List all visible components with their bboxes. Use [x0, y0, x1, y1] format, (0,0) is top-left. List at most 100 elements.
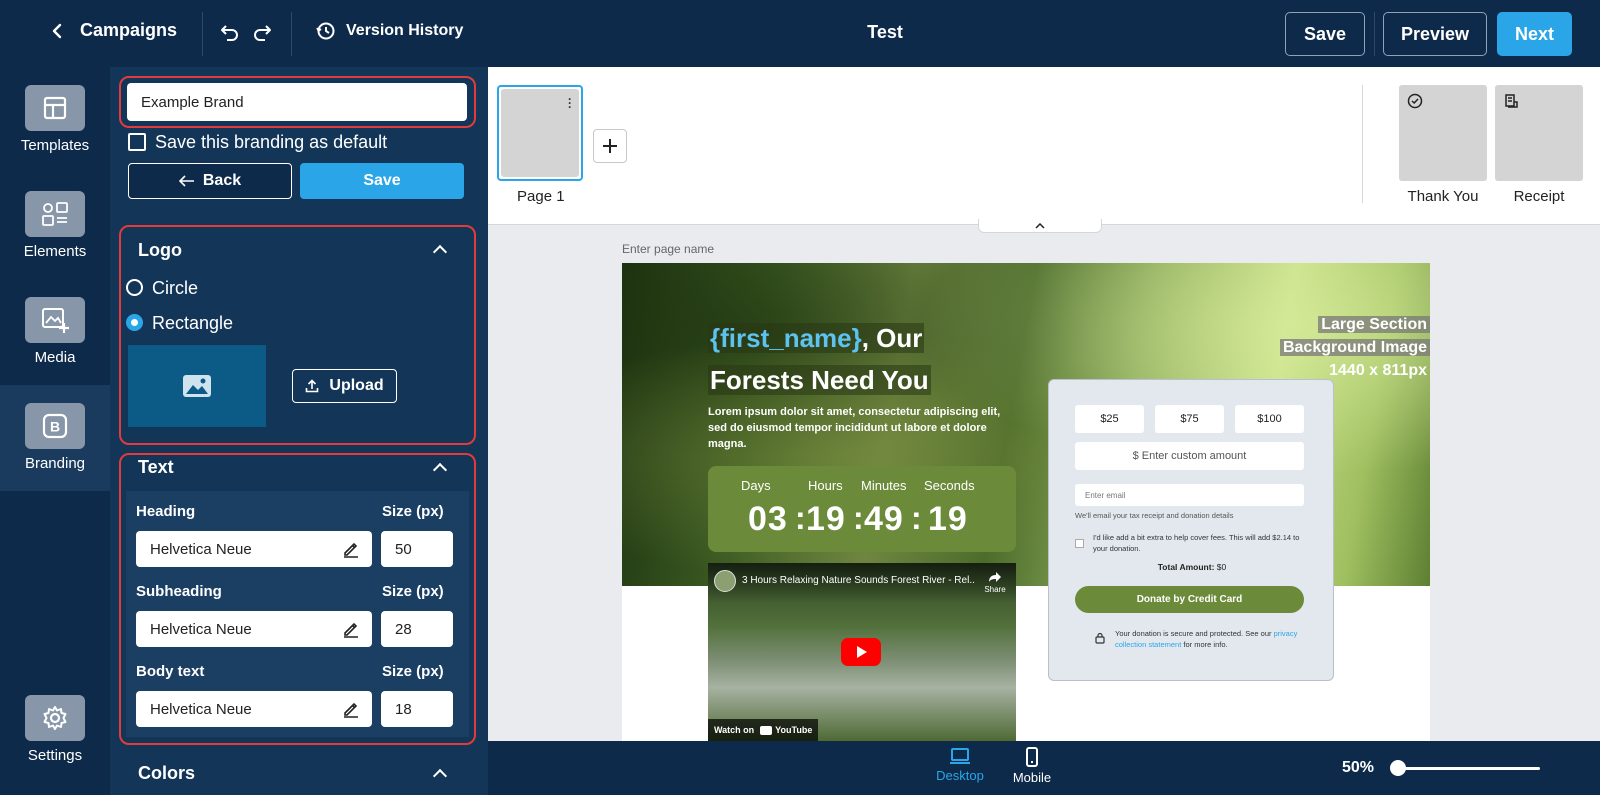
page-1-thumbnail[interactable]: · · · — [497, 85, 583, 181]
arrow-left-icon — [178, 175, 194, 187]
cover-fees-checkbox[interactable] — [1075, 539, 1084, 548]
rail-item-templates[interactable]: Templates — [0, 67, 110, 173]
youtube-video-embed[interactable]: 3 Hours Relaxing Nature Sounds Forest Ri… — [708, 563, 1016, 741]
branding-b-icon: B — [25, 403, 85, 449]
youtube-logo-icon — [760, 725, 773, 735]
receipt-thumbnail[interactable] — [1495, 85, 1583, 181]
heading-line2: Forests Need You — [708, 365, 931, 395]
logo-rectangle-radio[interactable] — [126, 314, 143, 331]
branding-save-button[interactable]: Save — [300, 163, 464, 199]
logo-rectangle-label: Rectangle — [152, 313, 234, 333]
campaigns-label: Campaigns — [80, 20, 178, 40]
rail-item-branding[interactable]: B Branding — [0, 385, 110, 491]
collapse-pages-tab[interactable] — [978, 219, 1102, 233]
total-label: Total Amount: — [1157, 562, 1215, 572]
amount-option[interactable]: $25 — [1075, 405, 1144, 433]
heading-text: , Our — [861, 323, 923, 353]
heading-font-field[interactable]: Helvetica Neue — [136, 531, 372, 567]
watch-on-label: Watch on — [714, 725, 755, 735]
body-text-label: Body text — [136, 663, 205, 680]
first-name-token: {first_name} — [710, 323, 862, 353]
desktop-view-button[interactable]: Desktop — [934, 747, 986, 783]
receipt-label: Receipt — [1513, 188, 1565, 205]
preview-button[interactable]: Preview — [1383, 12, 1487, 56]
bottom-bar: Desktop Mobile 50% — [488, 741, 1600, 795]
countdown-timer: Days Hours Minutes Seconds 03 : 19 : 49 … — [708, 466, 1016, 552]
back-to-campaigns-link[interactable]: Campaigns — [48, 20, 177, 41]
chevron-up-icon[interactable] — [432, 768, 448, 784]
mobile-view-button[interactable]: Mobile — [1007, 747, 1057, 785]
body-size-input[interactable]: 18 — [381, 691, 453, 727]
subheading-size-input[interactable]: 28 — [381, 611, 453, 647]
pencil-icon[interactable] — [342, 700, 360, 718]
back-button[interactable]: Back — [128, 163, 292, 199]
redo-icon[interactable] — [252, 22, 274, 47]
amount-option[interactable]: $75 — [1155, 405, 1224, 433]
add-page-button[interactable] — [593, 129, 627, 163]
bg-note-line2: Background Image — [1279, 339, 1430, 356]
next-button[interactable]: Next — [1497, 12, 1572, 56]
page-name-input[interactable]: Enter page name — [622, 242, 714, 256]
pages-bar: · · · Page 1 Thank You Receipt — [488, 67, 1600, 225]
share-label: Share — [984, 585, 1006, 594]
total-amount: Total Amount: $0 — [1049, 562, 1335, 572]
countdown-seconds: 19 — [928, 500, 968, 538]
colors-section-title: Colors — [138, 763, 196, 783]
image-add-icon — [25, 297, 85, 343]
share-button[interactable]: Share — [980, 571, 1010, 594]
donation-form-card: $25 $75 $100 $ Enter custom amount Enter… — [1048, 379, 1334, 681]
donate-credit-card-button[interactable]: Donate by Credit Card — [1075, 586, 1304, 613]
logo-circle-radio[interactable] — [126, 279, 143, 296]
custom-amount-input[interactable]: $ Enter custom amount — [1075, 442, 1304, 470]
zoom-slider-thumb[interactable] — [1390, 760, 1406, 776]
amount-option[interactable]: $100 — [1235, 405, 1304, 433]
save-button[interactable]: Save — [1285, 12, 1365, 56]
save-default-checkbox[interactable] — [128, 133, 146, 151]
hero-body-text: Lorem ipsum dolor sit amet, consectetur … — [708, 406, 1001, 450]
editor-canvas: · · · Page 1 Thank You Receipt Enter page … — [488, 67, 1600, 795]
youtube-play-button[interactable] — [841, 638, 881, 666]
undo-icon[interactable] — [218, 22, 240, 47]
email-hint: We'll email your tax receipt and donatio… — [1075, 511, 1234, 520]
watch-on-youtube[interactable]: Watch on YouTube — [708, 719, 819, 741]
version-history-button[interactable]: Version History — [316, 21, 463, 41]
youtube-label: YouTube — [775, 725, 813, 735]
top-bar: Campaigns Version History Test Save Prev… — [0, 0, 1600, 67]
rail-item-media[interactable]: Media — [0, 279, 110, 385]
thank-you-label: Thank You — [1407, 188, 1479, 205]
desktop-icon — [950, 748, 970, 764]
zoom-level: 50% — [1342, 759, 1375, 776]
upload-label: Upload — [329, 377, 384, 394]
more-vertical-icon[interactable]: · · · — [568, 93, 572, 113]
pencil-icon[interactable] — [342, 620, 360, 638]
heading-label: Heading — [136, 503, 196, 520]
chevron-up-icon — [1035, 222, 1045, 229]
brand-name-input[interactable]: Example Brand — [127, 83, 467, 121]
rail-item-elements[interactable]: Elements — [0, 173, 110, 279]
body-font-field[interactable]: Helvetica Neue — [136, 691, 372, 727]
size-label: Size (px) — [382, 663, 444, 680]
logo-section-title: Logo — [138, 240, 182, 260]
branding-panel: Example Brand Save this branding as defa… — [110, 67, 488, 795]
upload-logo-button[interactable]: Upload — [292, 369, 397, 403]
zoom-slider-track[interactable] — [1396, 767, 1540, 770]
thank-you-thumbnail[interactable] — [1399, 85, 1487, 181]
video-title: 3 Hours Relaxing Nature Sounds Forest Ri… — [742, 575, 974, 586]
bg-note-line3: 1440 x 811px — [1329, 362, 1427, 379]
channel-avatar — [714, 570, 736, 592]
font-name: Helvetica Neue — [150, 620, 252, 638]
countdown-minutes: 49 — [864, 500, 904, 538]
subheading-font-field[interactable]: Helvetica Neue — [136, 611, 372, 647]
rail-label: Settings — [27, 747, 83, 764]
email-input[interactable]: Enter email — [1075, 484, 1304, 506]
countdown-label-hours: Hours — [808, 478, 843, 493]
subheading-label: Subheading — [136, 583, 222, 600]
rail-label: Templates — [20, 137, 90, 154]
share-icon — [989, 572, 1001, 582]
bg-note-line1: Large Section — [1318, 316, 1430, 333]
rail-item-settings[interactable]: Settings — [0, 677, 110, 783]
heading-size-input[interactable]: 50 — [381, 531, 453, 567]
history-icon — [316, 22, 335, 40]
layout-icon — [25, 85, 85, 131]
pencil-icon[interactable] — [342, 540, 360, 558]
